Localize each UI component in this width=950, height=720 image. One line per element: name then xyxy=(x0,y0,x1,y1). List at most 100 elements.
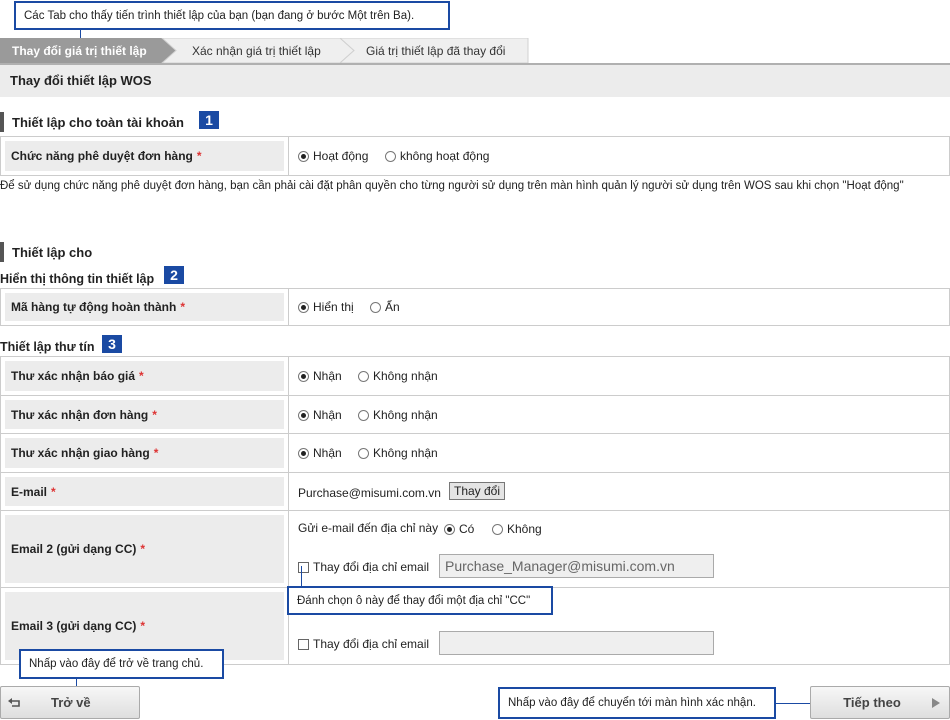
next-hint-connector xyxy=(776,703,812,704)
required-mark: * xyxy=(140,542,146,556)
email2-send-label: Gửi e-mail đến địa chỉ này xyxy=(298,521,439,535)
radio-quote-receive-label: Nhận xyxy=(313,369,342,383)
radio-selected-icon xyxy=(444,523,455,535)
badge-1: 1 xyxy=(199,111,219,129)
email2-change-checkbox-label: Thay đổi địa chỉ email xyxy=(313,560,430,574)
back-button[interactable]: Trở về xyxy=(0,686,140,719)
section-account-settings-title: Thiết lập cho toàn tài khoản xyxy=(0,112,184,132)
radio-order-receive[interactable]: Nhận xyxy=(298,408,342,422)
radio-unselected-icon xyxy=(358,370,369,382)
radio-email2-no-label: Không xyxy=(507,522,542,536)
radio-hide[interactable]: Ẩn xyxy=(370,300,400,314)
radio-unselected-icon xyxy=(370,301,381,313)
quote-mail-value: Nhận Không nhận xyxy=(288,357,949,395)
radio-unselected-icon xyxy=(385,150,396,162)
checkbox-icon xyxy=(298,638,309,650)
radio-unselected-icon xyxy=(358,447,369,459)
radio-delivery-receive[interactable]: Nhận xyxy=(298,446,342,460)
required-mark: * xyxy=(139,369,144,383)
tab-changed-settings[interactable]: Giá trị thiết lập đã thay đổi xyxy=(366,38,505,63)
radio-delivery-no-receive[interactable]: Không nhận xyxy=(358,446,438,460)
radio-selected-icon xyxy=(298,301,309,313)
quote-mail-text: Thư xác nhận báo giá xyxy=(11,369,136,383)
back-button-label: Trở về xyxy=(51,695,91,710)
radio-unselected-icon xyxy=(358,409,369,421)
row-email: E-mail * Purchase@misumi.com.vn Thay đổi xyxy=(1,473,949,511)
page-title-bar: Thay đổi thiết lập WOS xyxy=(0,63,950,97)
radio-delivery-no-receive-label: Không nhận xyxy=(373,446,438,460)
back-arrow-icon xyxy=(8,697,20,707)
required-mark: * xyxy=(180,300,186,314)
email3-change-checkbox-label: Thay đổi địa chỉ email xyxy=(313,637,430,651)
order-mail-text: Thư xác nhận đơn hàng xyxy=(11,407,149,422)
checkbox-hint-callout: Đánh chọn ô này để thay đổi một địa chỉ … xyxy=(287,586,553,615)
mail-settings-subhead: Thiết lập thư tín xyxy=(0,340,95,354)
email3-label-text: Email 3 (gửi dạng CC) xyxy=(11,619,137,633)
email-value: Purchase@misumi.com.vn xyxy=(298,486,441,500)
delivery-mail-text: Thư xác nhận giao hàng xyxy=(11,446,150,460)
delivery-mail-label: Thư xác nhận giao hàng * xyxy=(5,438,284,468)
row-delivery-mail: Thư xác nhận giao hàng * Nhận Không nhận xyxy=(1,434,949,473)
email2-input[interactable]: Purchase_Manager@misumi.com.vn xyxy=(439,554,714,578)
approval-function-text: Chức năng phê duyệt đơn hàng xyxy=(11,149,193,163)
approval-function-label: Chức năng phê duyệt đơn hàng * xyxy=(5,141,284,171)
display-settings-subhead: Hiển thị thông tin thiết lập xyxy=(0,272,155,286)
radio-selected-icon xyxy=(298,447,309,459)
row-approval-function: Chức năng phê duyệt đơn hàng * Hoạt động… xyxy=(1,137,949,175)
radio-show[interactable]: Hiển thị xyxy=(298,300,354,314)
next-button[interactable]: Tiếp theo xyxy=(810,686,950,719)
next-hint-callout: Nhấp vào đây để chuyển tới màn hình xác … xyxy=(498,687,776,719)
radio-order-no-receive-label: Không nhận xyxy=(373,408,438,422)
row-order-mail: Thư xác nhận đơn hàng * Nhận Không nhận xyxy=(1,396,949,434)
radio-quote-receive[interactable]: Nhận xyxy=(298,369,342,383)
radio-approval-active[interactable]: Hoạt động xyxy=(298,149,368,163)
radio-email2-yes[interactable]: Có xyxy=(444,522,474,536)
radio-selected-icon xyxy=(298,409,309,421)
radio-selected-icon xyxy=(298,370,309,382)
radio-delivery-receive-label: Nhận xyxy=(313,446,342,460)
page-title: Thay đổi thiết lập WOS xyxy=(10,73,152,88)
email3-change-checkbox[interactable]: Thay đổi địa chỉ email xyxy=(298,637,429,651)
radio-quote-no-receive[interactable]: Không nhận xyxy=(358,369,438,383)
email2-label-text: Email 2 (gửi dạng CC) xyxy=(11,542,137,556)
next-button-label: Tiếp theo xyxy=(843,695,901,710)
section-settings-for-title: Thiết lập cho xyxy=(0,242,92,262)
auto-complete-text: Mã hàng tự động hoàn thành xyxy=(11,300,177,314)
row-auto-complete: Mã hàng tự động hoàn thành * Hiển thị Ẩn xyxy=(1,289,949,325)
radio-approval-inactive[interactable]: không hoạt động xyxy=(385,149,489,163)
required-mark: * xyxy=(140,619,146,633)
radio-approval-active-label: Hoạt động xyxy=(313,149,369,163)
mail-settings-table: Thư xác nhận báo giá * Nhận Không nhận T… xyxy=(0,356,950,665)
email2-label: Email 2 (gửi dạng CC) * xyxy=(5,515,284,583)
radio-email2-no[interactable]: Không xyxy=(492,522,542,536)
badge-2: 2 xyxy=(164,266,184,284)
order-mail-label: Thư xác nhận đơn hàng * xyxy=(5,400,284,429)
auto-complete-label: Mã hàng tự động hoàn thành * xyxy=(5,293,284,321)
delivery-mail-value: Nhận Không nhận xyxy=(288,434,949,472)
account-settings-table: Chức năng phê duyệt đơn hàng * Hoạt động… xyxy=(0,136,950,176)
badge-3: 3 xyxy=(102,335,122,353)
email2-value-cell: Gửi e-mail đến địa chỉ này Có Không Thay… xyxy=(288,511,949,587)
email-label-text: E-mail xyxy=(11,484,48,499)
back-hint-callout: Nhấp vào đây để trở về trang chủ. xyxy=(19,649,224,679)
required-mark: * xyxy=(196,149,202,163)
radio-order-no-receive[interactable]: Không nhận xyxy=(358,408,438,422)
email2-change-checkbox[interactable]: Thay đổi địa chỉ email xyxy=(298,560,429,574)
required-mark: * xyxy=(152,407,157,422)
required-mark: * xyxy=(51,484,56,499)
auto-complete-value: Hiển thị Ẩn xyxy=(288,289,949,325)
radio-email2-yes-label: Có xyxy=(459,522,475,536)
tab-change-settings[interactable]: Thay đổi giá trị thiết lập xyxy=(12,38,147,63)
radio-approval-inactive-label: không hoạt động xyxy=(400,149,490,163)
tab-confirm-settings[interactable]: Xác nhận giá trị thiết lập xyxy=(192,38,321,63)
approval-function-value: Hoạt động không hoạt động xyxy=(288,137,949,175)
email3-input[interactable] xyxy=(439,631,714,655)
email-label: E-mail * xyxy=(5,477,284,506)
change-email-button[interactable]: Thay đổi xyxy=(449,482,506,500)
radio-order-receive-label: Nhận xyxy=(313,408,342,422)
quote-mail-label: Thư xác nhận báo giá * xyxy=(5,361,284,391)
approval-note: Để sử dụng chức năng phê duyệt đơn hàng,… xyxy=(0,180,904,192)
email-value-cell: Purchase@misumi.com.vn Thay đổi xyxy=(288,473,949,510)
radio-hide-label: Ẩn xyxy=(385,300,400,314)
display-settings-table: Mã hàng tự động hoàn thành * Hiển thị Ẩn xyxy=(0,288,950,326)
